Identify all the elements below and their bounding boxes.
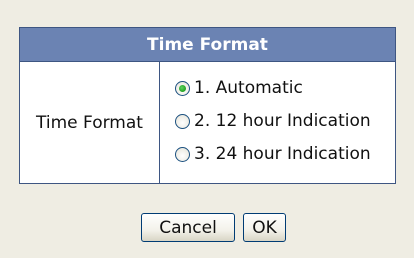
option-12-hour-label: 2. 12 hour Indication: [194, 111, 371, 131]
option-automatic[interactable]: 1. Automatic: [175, 75, 303, 101]
option-24-hour[interactable]: 3. 24 hour Indication: [175, 141, 371, 167]
ok-button[interactable]: OK: [243, 213, 286, 242]
radio-selected-dot: [179, 84, 186, 92]
cancel-button[interactable]: Cancel: [141, 213, 235, 242]
time-format-options: 1. Automatic 2. 12 hour Indication 3. 24…: [161, 62, 395, 183]
radio-24-hour[interactable]: [175, 146, 190, 162]
radio-12-hour[interactable]: [175, 113, 190, 129]
panel-title: Time Format: [20, 28, 395, 62]
time-format-panel: Time Format Time Format 1. Automatic 2. …: [19, 27, 396, 184]
option-24-hour-label: 3. 24 hour Indication: [194, 144, 371, 164]
option-12-hour[interactable]: 2. 12 hour Indication: [175, 108, 371, 134]
radio-automatic[interactable]: [175, 80, 190, 96]
option-automatic-label: 1. Automatic: [194, 78, 303, 98]
time-format-row-label: Time Format: [20, 62, 160, 183]
